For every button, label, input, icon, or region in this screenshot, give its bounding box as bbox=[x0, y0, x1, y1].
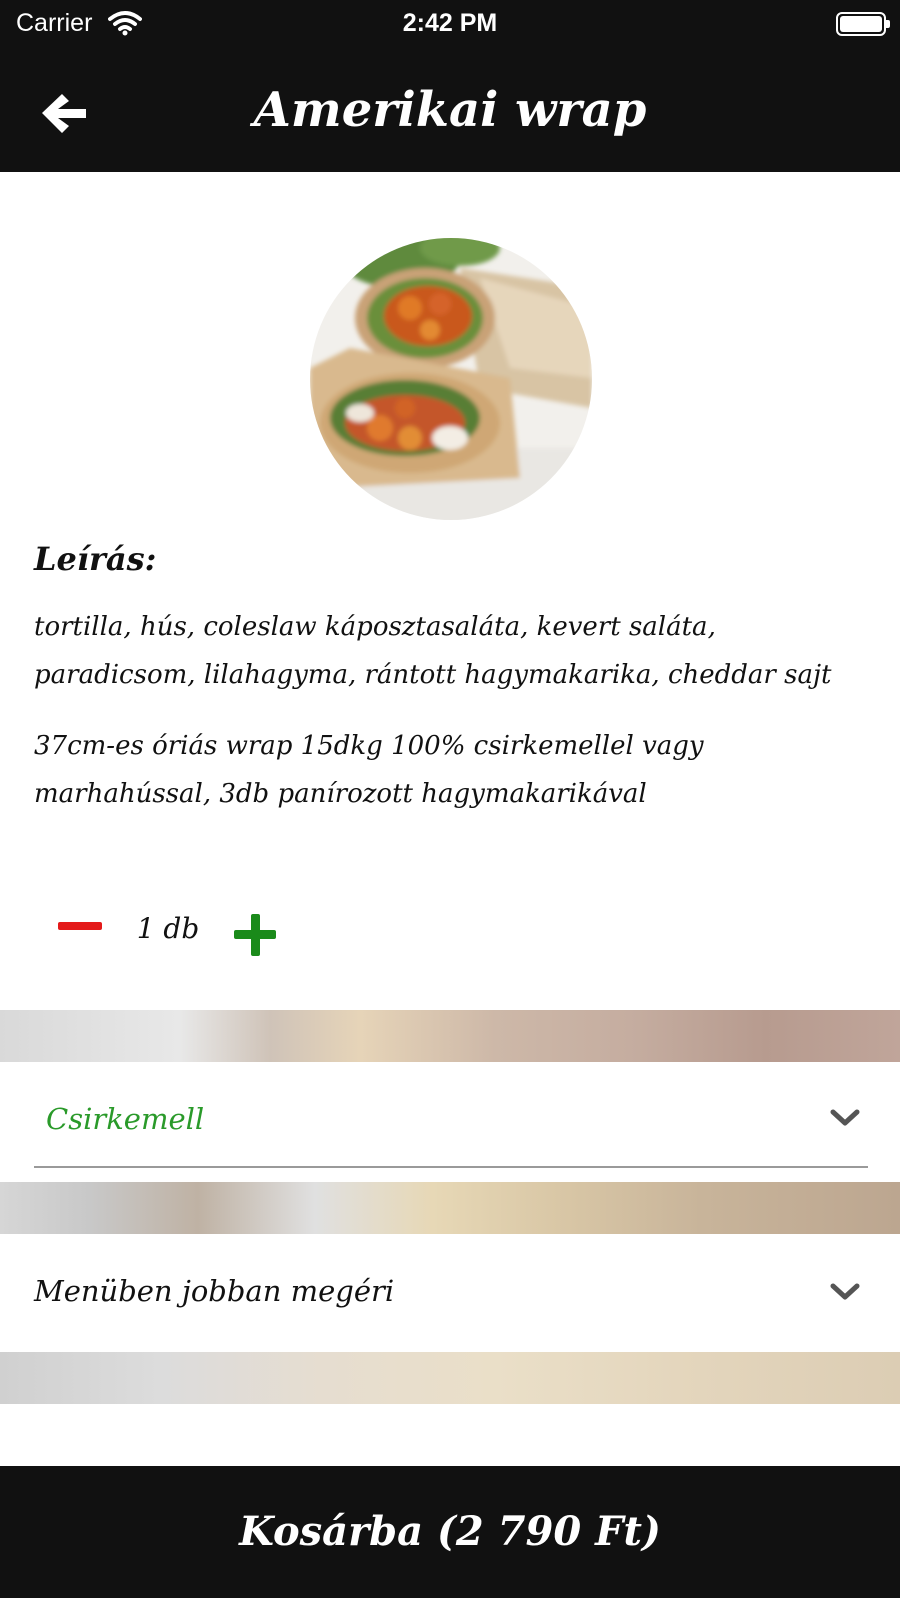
ingredients-text: tortilla, hús, coleslaw káposztasaláta, … bbox=[34, 612, 832, 690]
add-to-cart-label: Kosárba (2 790 Ft) bbox=[239, 1508, 661, 1555]
increase-quantity-button[interactable] bbox=[230, 910, 280, 960]
quantity-value: 1 db bbox=[136, 912, 200, 945]
details-text: 37cm-es óriás wrap 15dkg 100% csirkemell… bbox=[34, 731, 704, 809]
meat-select[interactable]: Csirkemell bbox=[0, 1062, 900, 1182]
divider bbox=[34, 1166, 868, 1168]
clock: 2:42 PM bbox=[402, 9, 498, 37]
status-bar: Carrier 2:42 PM bbox=[0, 0, 900, 48]
navigation-bar: Amerikai wrap bbox=[0, 48, 900, 172]
add-to-cart-button[interactable]: Kosárba (2 790 Ft) bbox=[0, 1466, 900, 1598]
background-food-strip bbox=[0, 1010, 900, 1062]
page-title: Amerikai wrap bbox=[253, 82, 647, 138]
chevron-down-icon bbox=[830, 1109, 860, 1126]
chevron-down-icon bbox=[830, 1283, 860, 1300]
menu-select[interactable]: Menüben jobban megéri bbox=[0, 1234, 900, 1352]
battery-icon bbox=[836, 12, 890, 36]
meat-select-value: Csirkemell bbox=[46, 1102, 205, 1136]
menu-select-value: Menüben jobban megéri bbox=[34, 1274, 395, 1308]
product-image bbox=[310, 238, 592, 520]
decrease-quantity-button[interactable] bbox=[52, 905, 106, 945]
background-food-strip bbox=[0, 1182, 900, 1234]
description-heading: Leírás: bbox=[34, 540, 157, 578]
background-food-strip bbox=[0, 1352, 900, 1404]
